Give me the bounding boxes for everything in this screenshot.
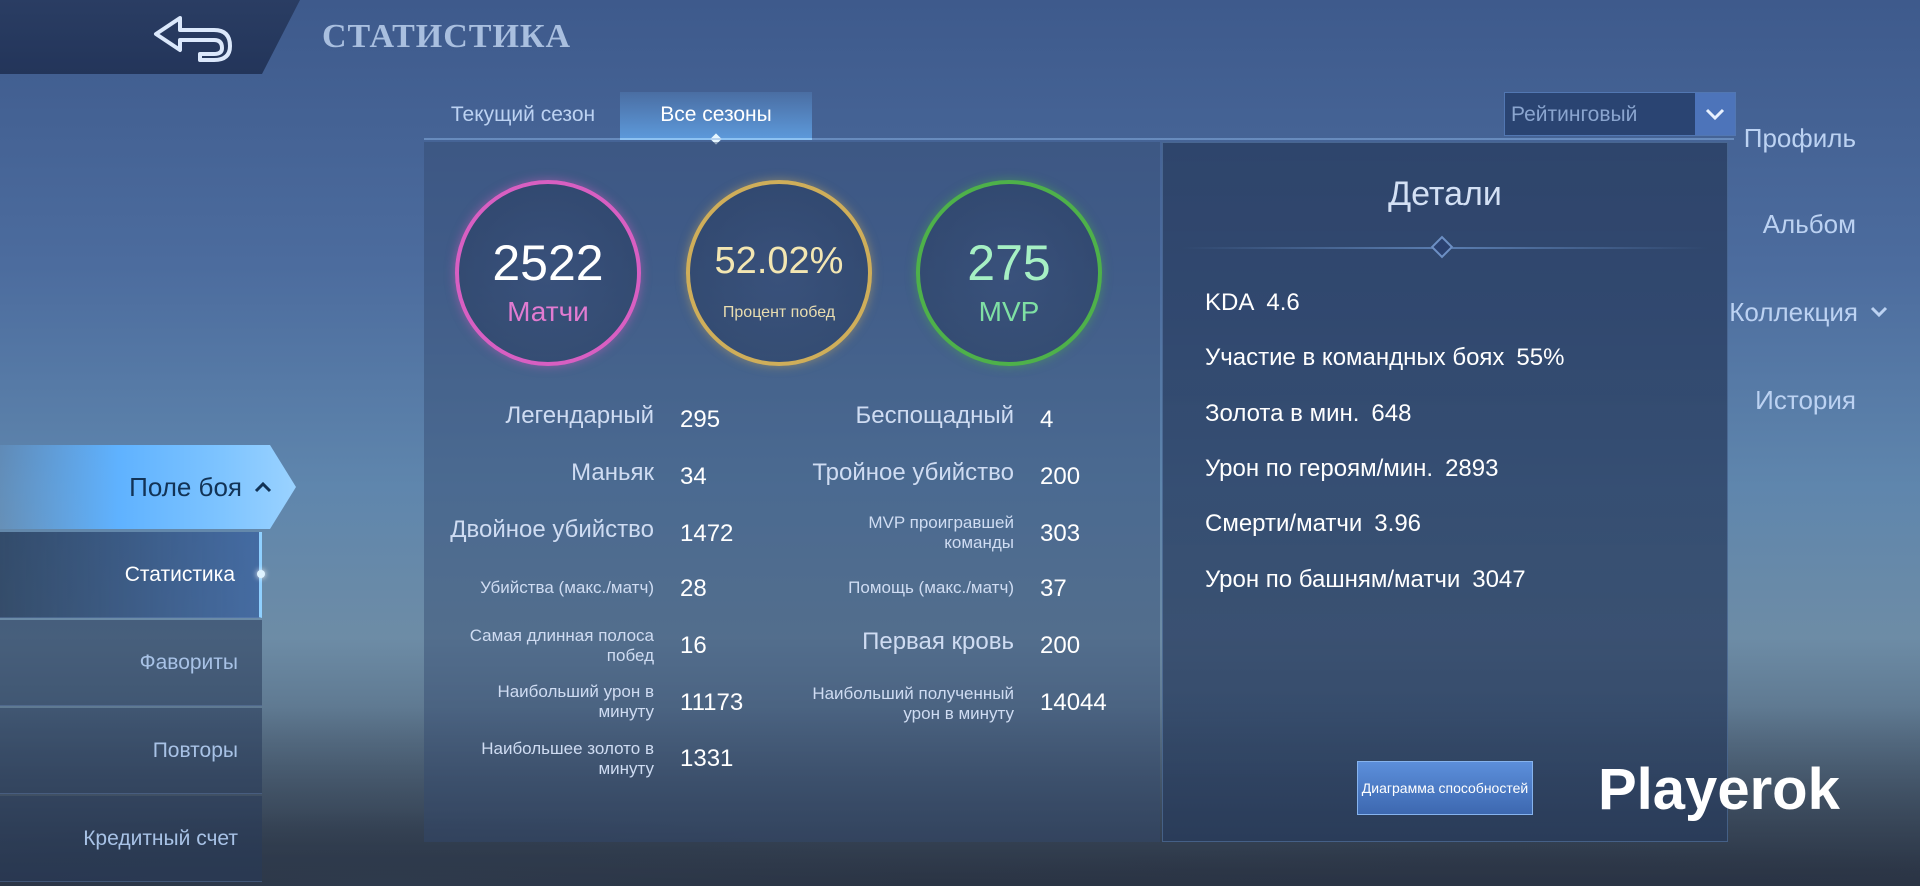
detail-row: KDA 4.6 — [1205, 289, 1300, 317]
matches-ring: 2522 Матчи — [455, 180, 641, 366]
tab-label: Все сезоны — [660, 103, 772, 126]
detail-value: 3.96 — [1374, 510, 1422, 537]
winrate-label: Процент побед — [722, 304, 836, 321]
stat-value: 1331 — [680, 745, 734, 772]
active-indicator-dot — [257, 570, 265, 578]
detail-value: 648 — [1371, 400, 1412, 427]
stat-value: 16 — [680, 632, 707, 659]
sidebar-subitem-label: Повторы — [152, 738, 238, 762]
details-title: Детали — [1388, 175, 1502, 213]
detail-label: KDA — [1205, 289, 1255, 316]
winrate-value: 52.02% — [714, 240, 844, 282]
sidebar-item-label: Альбом — [1762, 208, 1856, 239]
detail-value: 3047 — [1472, 566, 1526, 593]
tab-current-season[interactable]: Текущий сезон — [430, 92, 616, 138]
stat-label: Наибольший полученный урон в минуту — [812, 684, 1014, 723]
stat-value: 37 — [1040, 575, 1067, 602]
stat-value: 28 — [680, 575, 707, 602]
detail-value: 55% — [1516, 344, 1565, 371]
chevron-up-icon — [254, 477, 272, 498]
mvp-ring: 275 MVP — [916, 180, 1102, 366]
sidebar-item-label: Коллекция — [1729, 296, 1858, 327]
detail-label: Золота в мин. — [1205, 400, 1360, 427]
stat-value: 303 — [1040, 520, 1081, 547]
stat-value: 1472 — [680, 520, 734, 547]
ability-chart-button[interactable]: Диаграмма способностей — [1357, 761, 1533, 815]
back-button[interactable] — [0, 0, 300, 74]
dropdown-arrow-icon — [1695, 93, 1735, 135]
back-arrow-icon — [154, 16, 232, 62]
details-panel: Детали KDA 4.6 Участие в командных боях 55… — [1162, 142, 1728, 842]
stat-label: Наибольшее золото в минуту — [481, 739, 654, 778]
tab-all-seasons[interactable]: Все сезоны — [620, 92, 812, 145]
sidebar-item-label: Профиль — [1743, 122, 1856, 153]
chevron-down-icon — [1870, 302, 1888, 323]
dropdown-value: Рейтинговый — [1511, 103, 1638, 126]
detail-row: Смерти/матчи 3.96 — [1205, 510, 1421, 538]
detail-row: Урон по героям/мин. 2893 — [1205, 455, 1498, 483]
page-title: СТАТИСТИКА — [322, 18, 572, 55]
tabs-divider — [424, 138, 1734, 140]
detail-label: Участие в командных боях — [1205, 344, 1505, 371]
detail-value: 4.6 — [1266, 289, 1300, 316]
stat-label: Первая кровь — [862, 628, 1014, 655]
detail-row: Урон по башням/матчи 3047 — [1205, 566, 1526, 594]
sidebar-subitem-label: Кредитный счет — [83, 826, 238, 850]
stat-label: Помощь (макс./матч) — [848, 578, 1014, 597]
stat-label: Убийства (макс./матч) — [480, 578, 654, 597]
stat-label: Самая длинная полоса побед — [469, 626, 654, 665]
stat-label: Тройное убийство — [812, 459, 1014, 486]
stat-label: Наибольший урон в минуту — [497, 682, 654, 721]
detail-label: Урон по героям/мин. — [1205, 455, 1434, 482]
mvp-label: MVP — [978, 296, 1040, 327]
stat-value: 295 — [680, 406, 721, 433]
matches-label: Матчи — [507, 296, 589, 327]
stat-value: 200 — [1040, 463, 1081, 490]
winrate-ring: 52.02% Процент побед — [686, 180, 872, 366]
matches-value: 2522 — [492, 235, 604, 291]
stat-value: 4 — [1040, 406, 1054, 433]
stat-value: 200 — [1040, 632, 1081, 659]
watermark-logo: Playerok — [1598, 757, 1840, 822]
stat-value: 11173 — [680, 689, 744, 716]
detail-row: Участие в командных боях 55% — [1205, 344, 1564, 372]
stat-label: Маньяк — [571, 459, 654, 486]
detail-label: Смерти/матчи — [1205, 510, 1363, 537]
stat-label: Легендарный — [505, 402, 654, 429]
detail-value: 2893 — [1445, 455, 1499, 482]
sidebar-subitem-favorites[interactable]: Фавориты — [0, 620, 262, 706]
tab-label: Текущий сезон — [450, 103, 596, 126]
sidebar-item-battlefield[interactable]: Поле боя — [0, 445, 296, 529]
detail-row: Золота в мин. 648 — [1205, 400, 1411, 428]
sidebar-subitem-label: Статистика — [124, 562, 235, 586]
sidebar-item-label: История — [1755, 384, 1856, 415]
stat-value: 34 — [680, 463, 707, 490]
sidebar-subitem-label: Фавориты — [139, 650, 238, 674]
stat-label: MVP проигравшей команды — [868, 513, 1014, 552]
sidebar-subitem-statistics[interactable]: Статистика — [0, 532, 265, 618]
mode-dropdown[interactable]: Рейтинговый — [1504, 92, 1736, 136]
stat-label: Беспощадный — [855, 402, 1014, 429]
detail-label: Урон по башням/матчи — [1205, 566, 1461, 593]
sidebar-subitem-replays[interactable]: Повторы — [0, 708, 262, 794]
divider-ornament — [1430, 235, 1454, 259]
stat-value: 14044 — [1040, 689, 1107, 716]
mvp-value: 275 — [967, 235, 1051, 291]
sidebar-item-label: Поле боя — [129, 471, 242, 502]
sidebar-subitem-credit-score[interactable]: Кредитный счет — [0, 796, 262, 882]
stat-label: Двойное убийство — [450, 516, 654, 543]
